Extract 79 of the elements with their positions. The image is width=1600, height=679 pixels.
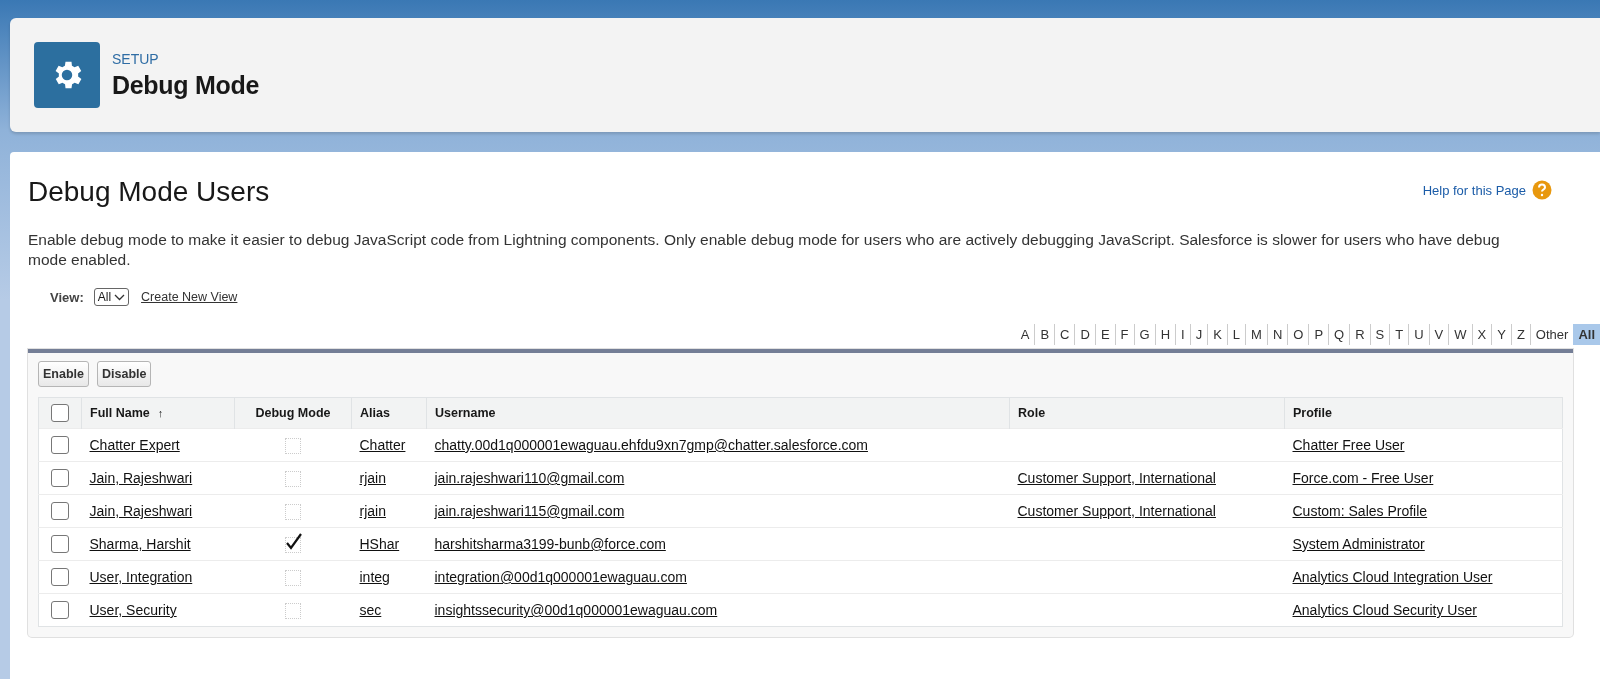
letter-filter[interactable]: S [1369, 324, 1390, 345]
letter-filter[interactable]: V [1428, 324, 1449, 345]
letter-filter[interactable]: L [1226, 324, 1246, 345]
letter-filter[interactable]: Q [1328, 324, 1350, 345]
sort-indicator: ↑ [157, 407, 164, 419]
letter-filter[interactable]: P [1308, 324, 1329, 345]
letter-filter[interactable]: Z [1510, 324, 1530, 345]
alias-link[interactable]: sec [359, 602, 382, 618]
profile-link[interactable]: Chatter Free User [1292, 437, 1405, 453]
row-checkbox[interactable] [51, 502, 70, 521]
action-button[interactable]: Disable [97, 361, 152, 387]
user-name-link[interactable]: User, Security [89, 602, 177, 618]
column-header[interactable]: Username [435, 406, 496, 420]
letter-filter[interactable]: O [1287, 324, 1309, 345]
username-link[interactable]: integration@00d1q000001ewaguau.com [434, 569, 687, 585]
alias-link[interactable]: rjain [359, 503, 386, 519]
username-link[interactable]: jain.rajeshwari115@gmail.com [434, 503, 625, 519]
letter-filter[interactable]: U [1408, 324, 1429, 345]
alias-link[interactable]: integ [359, 569, 390, 585]
page-header-title: Debug Mode [112, 70, 259, 100]
alias-link[interactable]: Chatter [359, 437, 406, 453]
select-all-checkbox[interactable] [51, 404, 69, 422]
letter-filter[interactable]: A [1015, 324, 1035, 345]
row-checkbox[interactable] [51, 601, 70, 620]
gear-icon [34, 42, 100, 108]
letter-filter[interactable]: K [1207, 324, 1227, 345]
letter-filter[interactable]: D [1074, 324, 1095, 345]
profile-link[interactable]: Custom: Sales Profile [1292, 503, 1428, 519]
column-header[interactable]: Role [1018, 406, 1046, 420]
letter-filter[interactable]: F [1114, 324, 1134, 345]
action-button[interactable]: Enable [38, 361, 89, 387]
breadcrumb-label: SETUP [112, 50, 160, 67]
user-name-link[interactable]: User, Integration [89, 569, 193, 585]
row-checkbox[interactable] [51, 436, 70, 455]
user-name-link[interactable]: Jain, Rajeshwari [89, 470, 193, 486]
username-link[interactable]: harshitsharma3199-bunb@force.com [434, 536, 666, 552]
help-icon [1532, 180, 1552, 200]
letter-filter[interactable]: W [1448, 324, 1472, 345]
role-link[interactable]: Customer Support, International [1017, 503, 1216, 519]
column-header[interactable]: Alias [360, 406, 390, 420]
letter-filter[interactable]: R [1349, 324, 1370, 345]
help-link[interactable]: Help for this Page [1422, 182, 1526, 198]
row-checkbox[interactable] [51, 469, 70, 488]
letter-filter[interactable]: G [1133, 324, 1155, 345]
username-link[interactable]: chatty.00d1q000001ewaguau.ehfdu9xn7gmp@chatter.salesforce.com [434, 437, 868, 453]
column-header[interactable]: Full Name [90, 406, 150, 420]
view-dropdown[interactable]: All [93, 288, 130, 306]
page-title: Debug Mode Users [28, 176, 270, 208]
create-view-link[interactable]: Create New View [141, 290, 238, 304]
profile-link[interactable]: System Administrator [1292, 536, 1425, 552]
letter-filter[interactable]: J [1189, 324, 1208, 345]
letter-filter[interactable]: All [1573, 324, 1600, 345]
role-link[interactable]: Customer Support, International [1017, 470, 1216, 486]
letter-filter[interactable]: N [1266, 324, 1288, 345]
letter-filter[interactable]: X [1471, 324, 1492, 345]
profile-link[interactable]: Analytics Cloud Integration User [1292, 569, 1493, 585]
view-label: View: [50, 289, 84, 305]
username-link[interactable]: insightssecurity@00d1q000001ewaguau.com [434, 602, 718, 618]
letter-filter[interactable]: E [1094, 324, 1115, 345]
row-checkbox[interactable] [51, 568, 70, 587]
username-link[interactable]: jain.rajeshwari110@gmail.com [434, 470, 625, 486]
letter-filter[interactable]: B [1034, 324, 1055, 345]
user-name-link[interactable]: Sharma, Harshit [89, 536, 191, 552]
letter-filter[interactable]: H [1154, 324, 1175, 345]
column-header[interactable]: Profile [1293, 406, 1332, 420]
alias-link[interactable]: HShar [359, 536, 400, 552]
user-name-link[interactable]: Jain, Rajeshwari [89, 503, 193, 519]
letter-filter[interactable]: I [1175, 324, 1190, 345]
row-checkbox[interactable] [51, 535, 70, 554]
letter-filter[interactable]: T [1389, 324, 1409, 345]
profile-link[interactable]: Analytics Cloud Security User [1292, 602, 1477, 618]
profile-link[interactable]: Force.com - Free User [1292, 470, 1434, 486]
description-text: Enable debug mode to make it easier to debug JavaScript code from Lightning components. Only enable debug mode for users who are actively debugging JavaScript. Salesforce is slower for users who have debug mode enabled. [28, 230, 1501, 270]
letter-filter[interactable]: C [1054, 324, 1075, 345]
letter-filter[interactable]: Y [1491, 324, 1511, 345]
letter-filter[interactable]: M [1245, 324, 1267, 345]
user-name-link[interactable]: Chatter Expert [89, 437, 180, 453]
chevron-icon [114, 293, 126, 301]
alias-link[interactable]: rjain [359, 470, 386, 486]
